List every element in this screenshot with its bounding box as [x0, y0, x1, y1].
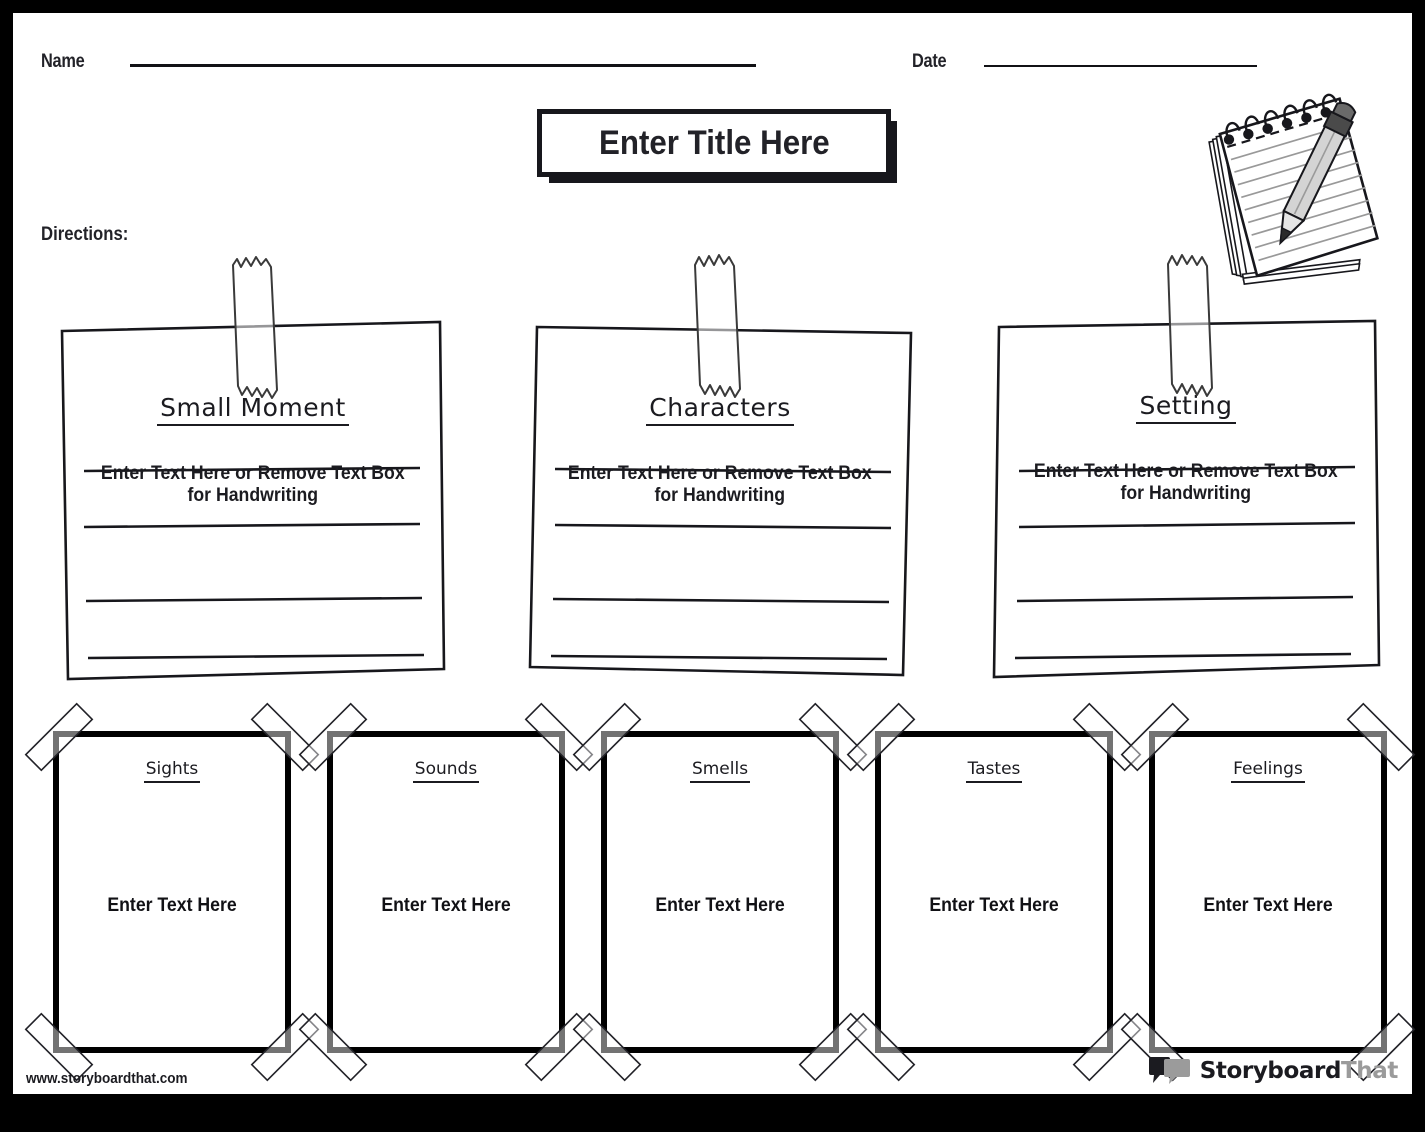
sense-card-feelings[interactable]: Feelings Enter Text Here [1120, 702, 1416, 1082]
tape-strip-icon [1167, 254, 1213, 397]
sense-card-sounds[interactable]: Sounds Enter Text Here [298, 702, 594, 1082]
date-input-line[interactable] [983, 64, 1257, 67]
storyboardthat-logo: StoryboardThat [1148, 1056, 1398, 1086]
sense-card-placeholder: Enter Text Here [381, 895, 511, 916]
sense-card-heading: Tastes [881, 759, 1107, 783]
sense-card-smells[interactable]: Smells Enter Text Here [572, 702, 868, 1082]
notepad-pencil-icon [1208, 93, 1379, 285]
sense-card-tastes[interactable]: Tastes Enter Text Here [846, 702, 1142, 1082]
name-input-line[interactable] [129, 63, 756, 67]
corner-tape-icon [572, 1012, 642, 1082]
corner-tape-icon [524, 1012, 594, 1082]
top-card-placeholder: Enter Text Here or Remove Text Box for H… [568, 463, 872, 506]
sense-card-placeholder: Enter Text Here [107, 895, 237, 916]
top-card-placeholder: Enter Text Here or Remove Text Box for H… [101, 463, 405, 506]
directions-label: Directions: [41, 224, 129, 245]
date-label: Date [912, 51, 947, 72]
title-box[interactable]: Enter Title Here [537, 109, 891, 177]
corner-tape-icon [846, 1012, 916, 1082]
corner-tape-icon [250, 1012, 320, 1082]
name-label: Name [41, 51, 85, 72]
sense-card-placeholder: Enter Text Here [655, 895, 785, 916]
title-placeholder: Enter Title Here [598, 123, 830, 162]
date-field-row: Date [912, 51, 1257, 73]
worksheet-page: Name Date Enter Title Here Directions: S… [13, 13, 1416, 1094]
sense-card-sights[interactable]: Sights Enter Text Here [24, 702, 320, 1082]
sense-card-heading: Feelings [1155, 759, 1381, 783]
logo-text-dark: Storyboard [1199, 1058, 1342, 1084]
corner-tape-icon [798, 1012, 868, 1082]
worksheet-outer-frame: Name Date Enter Title Here Directions: S… [0, 0, 1425, 1132]
tape-strip-icon [694, 254, 741, 398]
title-block: Enter Title Here [537, 109, 897, 183]
top-card-placeholder: Enter Text Here or Remove Text Box for H… [1034, 461, 1338, 504]
sense-card-heading: Sights [59, 759, 285, 783]
tape-strip-icon [232, 256, 278, 399]
sense-card-heading: Sounds [333, 759, 559, 783]
sense-card-heading: Smells [607, 759, 833, 783]
logo-wordmark: StoryboardThat [1199, 1058, 1399, 1084]
name-field-row: Name [41, 51, 756, 73]
sense-card-placeholder: Enter Text Here [1203, 895, 1333, 916]
sense-card-placeholder: Enter Text Here [929, 895, 1059, 916]
footer-url[interactable]: www.storyboardthat.com [26, 1070, 188, 1087]
logo-text-gray: That [1341, 1058, 1398, 1084]
speech-bubble-logo-icon [1148, 1057, 1190, 1084]
corner-tape-icon [1072, 1012, 1142, 1082]
corner-tape-icon [298, 1012, 368, 1082]
